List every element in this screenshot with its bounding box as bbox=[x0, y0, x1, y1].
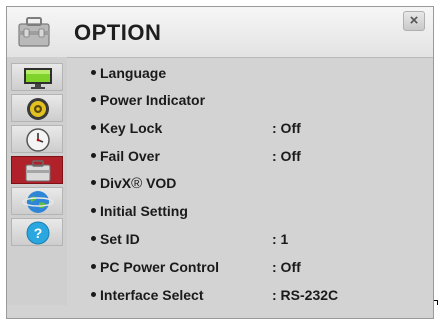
menu-item-key-lock[interactable]: Key Lock : Off bbox=[74, 116, 424, 142]
bullet-icon bbox=[91, 180, 96, 185]
menu-item-label: Key Lock bbox=[100, 120, 163, 136]
option-list: Language Power Indicator Key Lock : Off … bbox=[74, 57, 432, 319]
menu-item-label: Initial Setting bbox=[100, 203, 188, 219]
menu-item-label: Set ID bbox=[100, 231, 140, 247]
toolbox-icon bbox=[15, 13, 53, 51]
menu-item-label: Power Indicator bbox=[100, 92, 206, 108]
toolbox-icon bbox=[25, 160, 51, 182]
menu-item-value: : RS-232C bbox=[272, 287, 339, 303]
bullet-icon bbox=[91, 208, 96, 213]
sidebar-item-support[interactable]: ? bbox=[11, 218, 63, 246]
screen: OPTION × ? Language Power Indicator Key … bbox=[0, 0, 443, 321]
menu-item-divx-vod[interactable]: DivX® VOD bbox=[74, 171, 424, 197]
globe-icon bbox=[22, 191, 54, 213]
sidebar-item-picture[interactable] bbox=[11, 63, 63, 91]
svg-text:?: ? bbox=[34, 225, 43, 241]
help-icon: ? bbox=[26, 221, 50, 245]
menu-item-label: Language bbox=[100, 65, 167, 81]
menu-item-value: : Off bbox=[272, 148, 301, 164]
close-button[interactable]: × bbox=[403, 11, 425, 31]
clock-icon bbox=[26, 128, 50, 152]
registered-mark: ® bbox=[131, 175, 143, 192]
menu-item-label: PC Power Control bbox=[100, 259, 220, 275]
menu-item-interface-select[interactable]: Interface Select : RS-232C bbox=[74, 283, 424, 309]
close-icon: × bbox=[409, 12, 419, 29]
bullet-icon bbox=[91, 292, 96, 297]
menu-item-pc-power-control[interactable]: PC Power Control : Off bbox=[74, 255, 424, 281]
menu-item-set-id[interactable]: Set ID : 1 bbox=[74, 227, 424, 253]
sidebar-item-option[interactable] bbox=[11, 156, 63, 184]
bullet-icon bbox=[91, 70, 96, 75]
menu-item-initial-setting[interactable]: Initial Setting bbox=[74, 199, 424, 225]
speaker-icon bbox=[27, 98, 49, 120]
menu-item-language[interactable]: Language bbox=[74, 61, 424, 87]
menu-item-fail-over[interactable]: Fail Over : Off bbox=[74, 144, 424, 170]
bullet-icon bbox=[91, 264, 96, 269]
menu-item-label: Interface Select bbox=[100, 287, 204, 303]
bullet-icon bbox=[91, 236, 96, 241]
menu-item-power-indicator[interactable]: Power Indicator bbox=[74, 88, 424, 114]
menu-item-value: : Off bbox=[272, 259, 301, 275]
menu-item-value: : Off bbox=[272, 120, 301, 136]
menu-item-value: : 1 bbox=[272, 231, 289, 247]
page-title: OPTION bbox=[74, 20, 162, 45]
bullet-icon bbox=[91, 153, 96, 158]
tv-icon bbox=[24, 68, 52, 89]
bullet-icon bbox=[91, 97, 96, 102]
option-menu-panel: OPTION × ? Language Power Indicator Key … bbox=[6, 6, 434, 319]
menu-item-label-brand: DivX bbox=[100, 175, 132, 191]
category-sidebar: ? bbox=[7, 57, 67, 305]
menu-header: OPTION × bbox=[7, 7, 433, 58]
menu-item-label: DivX® VOD bbox=[100, 175, 176, 192]
sidebar-item-network[interactable] bbox=[11, 187, 63, 215]
menu-item-label: Fail Over bbox=[100, 148, 160, 164]
sidebar-item-sound[interactable] bbox=[11, 94, 63, 122]
menu-item-label-suffix: VOD bbox=[142, 175, 177, 191]
bullet-icon bbox=[91, 125, 96, 130]
edge-tick bbox=[437, 300, 438, 305]
sidebar-item-time[interactable] bbox=[11, 125, 63, 153]
